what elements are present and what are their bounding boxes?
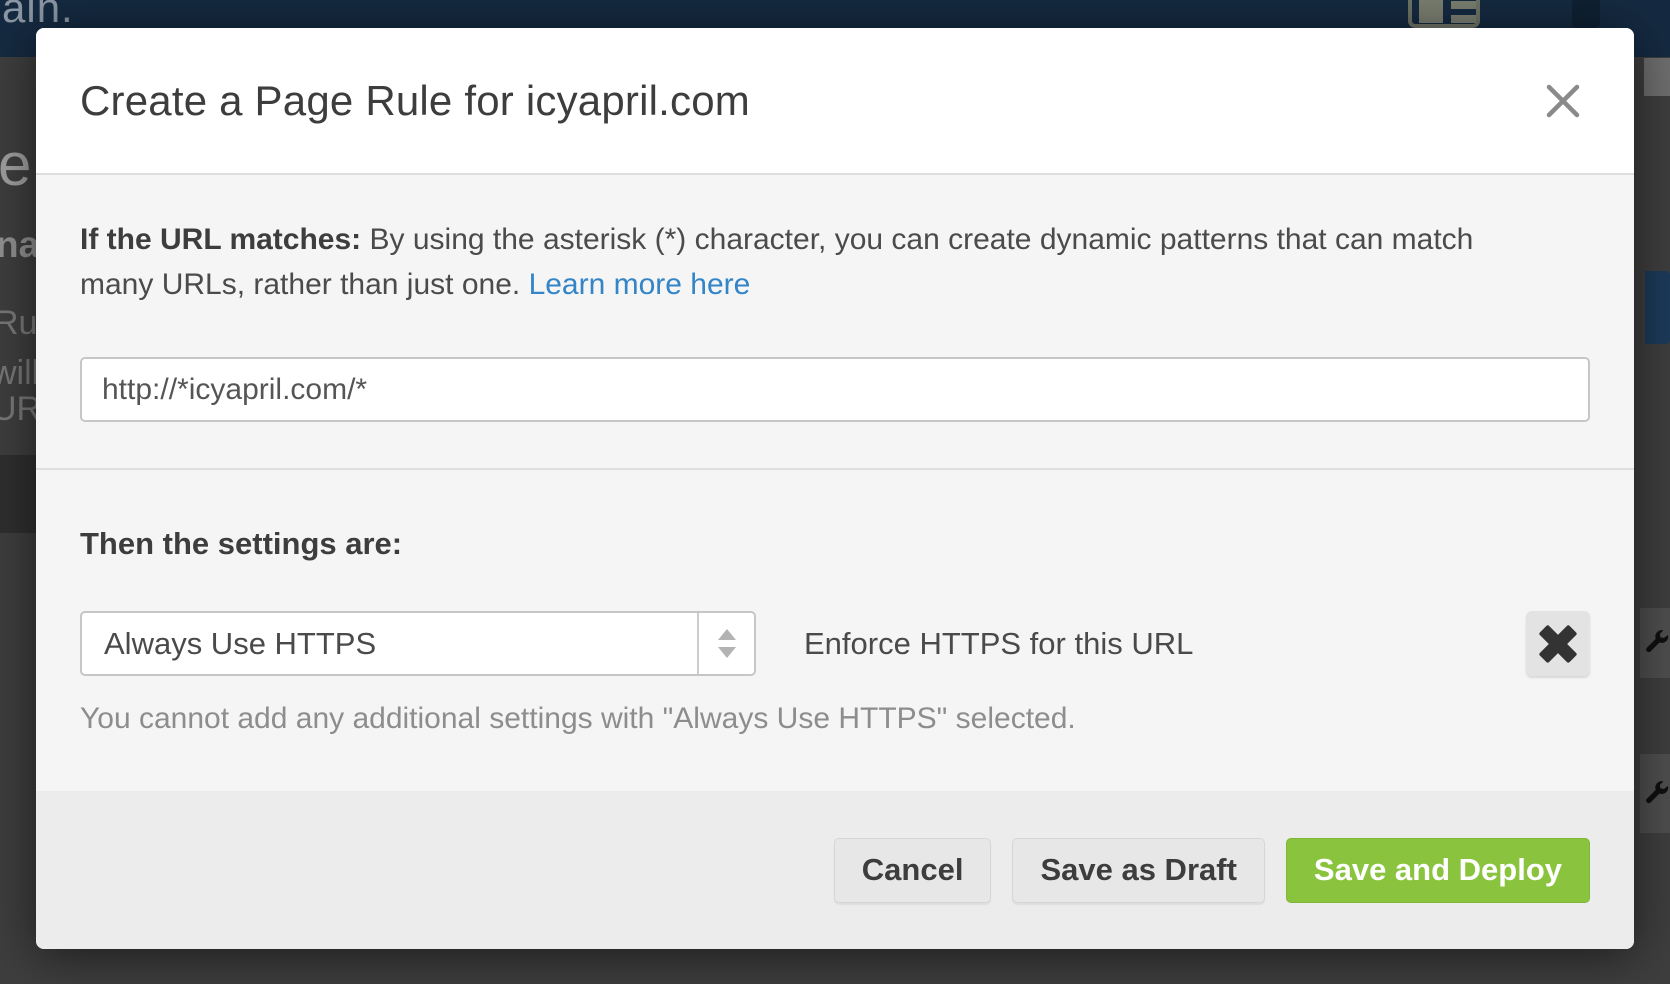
setting-description: Enforce HTTPS for this URL — [804, 626, 1193, 662]
section-divider — [36, 468, 1634, 470]
wrench-icon — [1642, 628, 1670, 658]
close-icon — [1544, 82, 1582, 120]
url-pattern-input[interactable] — [80, 357, 1590, 422]
modal-body: If the URL matches: By using the asteris… — [36, 175, 1634, 791]
backdrop-navy-button-fragment — [1645, 271, 1670, 344]
setting-row: Always Use HTTPS Enforce HTTPS for this … — [80, 611, 1590, 676]
backdrop-heading-fragment: e — [0, 130, 31, 199]
arrow-up-icon — [718, 629, 736, 640]
remove-x-icon — [1538, 624, 1578, 664]
arrow-down-icon — [718, 647, 736, 658]
save-draft-button[interactable]: Save as Draft — [1012, 838, 1264, 903]
backdrop-text-fragment: UR — [0, 390, 41, 429]
cancel-button[interactable]: Cancel — [834, 838, 992, 903]
learn-more-link[interactable]: Learn more here — [529, 268, 751, 301]
setting-select-value: Always Use HTTPS — [104, 626, 376, 662]
select-spinner-icon — [697, 613, 754, 674]
wrench-icon — [1642, 779, 1670, 809]
url-match-label: If the URL matches: — [80, 223, 361, 256]
modal-footer: Cancel Save as Draft Save and Deploy — [36, 791, 1634, 949]
news-layout-icon — [1408, 0, 1480, 28]
settings-section: Then the settings are: Always Use HTTPS … — [80, 526, 1590, 736]
modal-title: Create a Page Rule for icyapril.com — [80, 77, 750, 125]
backdrop-text-fragment: will — [0, 354, 39, 393]
remove-setting-button[interactable] — [1526, 611, 1590, 676]
close-button[interactable] — [1538, 76, 1588, 126]
news-icon-line — [1451, 1, 1476, 9]
news-icon-block — [1419, 0, 1443, 23]
backdrop-button-fragment — [1644, 58, 1670, 96]
news-icon-line — [1451, 15, 1476, 23]
url-match-description: If the URL matches: By using the asteris… — [80, 217, 1540, 307]
backdrop-text-fragment: Ru — [0, 304, 37, 343]
setting-select[interactable]: Always Use HTTPS — [80, 611, 756, 676]
settings-helper-text: You cannot add any additional settings w… — [80, 702, 1590, 736]
create-page-rule-modal: Create a Page Rule for icyapril.com If t… — [36, 28, 1634, 949]
settings-heading: Then the settings are: — [80, 526, 1590, 562]
url-match-section: If the URL matches: By using the asteris… — [80, 217, 1590, 422]
save-deploy-button[interactable]: Save and Deploy — [1286, 838, 1590, 903]
backdrop-wrench-button — [1640, 754, 1670, 833]
partial-nav-icon — [1572, 0, 1600, 28]
backdrop-table-header-fragment — [0, 455, 36, 533]
screen: ain. e nav Ru will UR Create a Page Rule… — [0, 0, 1670, 984]
modal-header: Create a Page Rule for icyapril.com — [36, 28, 1634, 175]
backdrop-wrench-button — [1640, 608, 1670, 678]
